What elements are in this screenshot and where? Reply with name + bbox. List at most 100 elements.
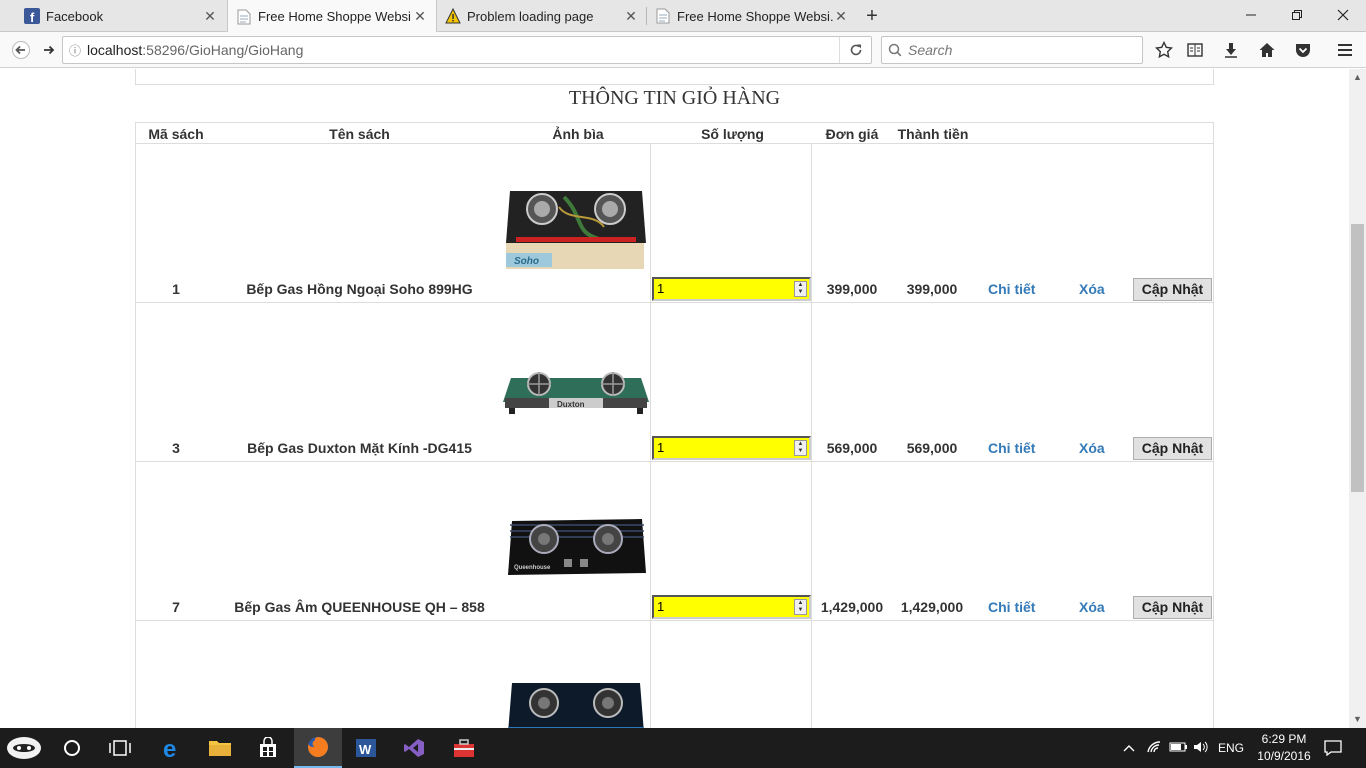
url-text: localhost:58296/GioHang/GioHang [87, 42, 304, 58]
new-tab-button[interactable]: + [860, 4, 884, 28]
close-tab-icon[interactable]: ✕ [623, 8, 639, 24]
url-bar[interactable]: ⓘ localhost:58296/GioHang/GioHang [62, 36, 872, 64]
clock[interactable]: 6:29 PM 10/9/2016 [1248, 731, 1320, 765]
start-button[interactable] [0, 728, 48, 768]
svg-text:Soho: Soho [514, 256, 539, 267]
tab-problem-loading[interactable]: Problem loading page ✕ [437, 0, 647, 32]
tab-facebook[interactable]: f Facebook ✕ [16, 0, 226, 32]
unit-price: 569,000 [826, 440, 878, 456]
unit-price: 1,429,000 [820, 599, 884, 615]
toolbox-icon [454, 739, 474, 757]
quantity-input[interactable]: 1 ▲ ▼ [652, 436, 811, 460]
facebook-icon: f [24, 8, 40, 24]
update-button[interactable]: Cập Nhật [1133, 437, 1212, 460]
svg-text:W: W [359, 742, 372, 757]
detail-link[interactable]: Chi tiết [988, 599, 1035, 615]
update-button[interactable]: Cập Nhật [1133, 278, 1212, 301]
scrollbar-thumb[interactable] [1351, 224, 1364, 492]
folder-icon [209, 741, 231, 756]
tab-free-home-shoppe[interactable]: Free Home Shoppe Websi... ✕ [647, 0, 857, 32]
clock-time: 6:29 PM [1261, 732, 1307, 746]
task-view-icon [109, 740, 131, 756]
column-header-quantity: Số lượng [701, 126, 764, 142]
close-tab-icon[interactable]: ✕ [202, 8, 218, 24]
file-explorer-app[interactable] [196, 728, 244, 768]
scroll-up-icon[interactable]: ▲ [1349, 69, 1366, 86]
svg-text:Duxton: Duxton [557, 400, 585, 409]
detail-link[interactable]: Chi tiết [988, 440, 1035, 456]
task-view-button[interactable] [96, 728, 144, 768]
column-header-code: Mã sách [148, 126, 204, 142]
search-input[interactable]: Search [881, 36, 1143, 64]
vertical-scrollbar[interactable]: ▲ ▼ [1349, 69, 1366, 728]
cart-table-header: Mã sách Tên sách Ảnh bìa Số lượng Đơn gi… [136, 123, 1213, 144]
battery-icon[interactable] [1168, 741, 1190, 756]
table-row: 1 Bếp Gas Hồng Ngoại Soho 899HG Soho 1 ▲… [136, 144, 1213, 303]
delete-link[interactable]: Xóa [1079, 440, 1105, 456]
line-total: 1,429,000 [900, 599, 964, 615]
language-indicator[interactable]: ENG [1218, 741, 1244, 755]
book-name: Bếp Gas Âm QUEENHOUSE QH – 858 [234, 599, 485, 615]
detail-link[interactable]: Chi tiết [988, 281, 1035, 297]
close-tab-icon[interactable]: ✕ [833, 8, 849, 24]
update-button[interactable]: Cập Nhật [1133, 596, 1212, 619]
info-icon[interactable]: ⓘ [63, 42, 87, 59]
tab-free-home-shoppe-active[interactable]: Free Home Shoppe Websi... ✕ [227, 0, 437, 33]
reader-icon [1187, 43, 1203, 57]
clock-date: 10/9/2016 [1257, 749, 1311, 763]
quantity-input[interactable]: 1 ▲ ▼ [652, 595, 811, 619]
header-box [135, 69, 1214, 85]
home-icon [1259, 43, 1275, 57]
action-center-button[interactable] [1322, 728, 1344, 768]
delete-link[interactable]: Xóa [1079, 599, 1105, 615]
tab-title: Problem loading page [467, 8, 594, 24]
book-name: Bếp Gas Hồng Ngoại Soho 899HG [246, 281, 473, 297]
tab-bar: f Facebook ✕ Free Home Shoppe Websi... ✕… [0, 0, 1366, 33]
page-title: THÔNG TIN GIỎ HÀNG [568, 87, 781, 109]
hamburger-menu-icon [1338, 44, 1352, 56]
home-button[interactable] [1255, 38, 1279, 62]
quantity-input[interactable]: 1 ▲ ▼ [652, 277, 811, 301]
start-avatar-icon [7, 737, 41, 759]
close-window-button[interactable] [1320, 0, 1366, 30]
quantity-spinner[interactable]: ▲ ▼ [794, 440, 807, 456]
downloads-button[interactable] [1219, 38, 1243, 62]
edge-app[interactable]: e [148, 728, 196, 768]
reload-icon [850, 44, 861, 56]
quantity-spinner[interactable]: ▲ ▼ [794, 281, 807, 297]
search-cortana-button[interactable] [48, 728, 96, 768]
warning-icon [445, 8, 461, 24]
back-arrow-icon [12, 41, 30, 59]
reload-button[interactable] [839, 37, 871, 63]
bookmark-star-button[interactable] [1152, 38, 1176, 62]
delete-link[interactable]: Xóa [1079, 281, 1105, 297]
forward-button[interactable] [36, 37, 62, 63]
chevron-up-icon[interactable] [1120, 741, 1138, 755]
column-header-name: Tên sách [329, 126, 390, 142]
restore-button[interactable] [1274, 0, 1320, 30]
close-tab-icon[interactable]: ✕ [412, 8, 428, 25]
table-row: 3 Bếp Gas Duxton Mặt Kính -DG415 Duxton … [136, 303, 1213, 462]
notification-icon [1324, 740, 1342, 756]
quantity-spinner[interactable]: ▲ ▼ [794, 599, 807, 615]
tab-title: Facebook [46, 8, 104, 24]
svg-text:f: f [30, 10, 35, 24]
firefox-app[interactable] [294, 728, 342, 768]
wifi-icon[interactable] [1142, 740, 1168, 757]
back-button[interactable] [8, 37, 34, 63]
reading-list-button[interactable] [1183, 38, 1207, 62]
pocket-button[interactable] [1291, 38, 1315, 62]
word-app[interactable]: W [342, 728, 390, 768]
store-app[interactable] [244, 728, 292, 768]
scroll-down-icon[interactable]: ▼ [1349, 711, 1366, 728]
star-icon [1155, 41, 1173, 59]
volume-icon[interactable] [1190, 740, 1212, 757]
book-name: Bếp Gas Duxton Mặt Kính -DG415 [247, 440, 472, 456]
menu-button[interactable] [1333, 38, 1357, 62]
toolbox-app[interactable] [440, 728, 488, 768]
product-image: Soho [498, 174, 654, 284]
visual-studio-app[interactable] [390, 728, 438, 768]
cart-table: Mã sách Tên sách Ảnh bìa Số lượng Đơn gi… [135, 122, 1214, 728]
minimize-button[interactable] [1228, 0, 1274, 30]
tab-title: Free Home Shoppe Websi... [258, 9, 412, 24]
